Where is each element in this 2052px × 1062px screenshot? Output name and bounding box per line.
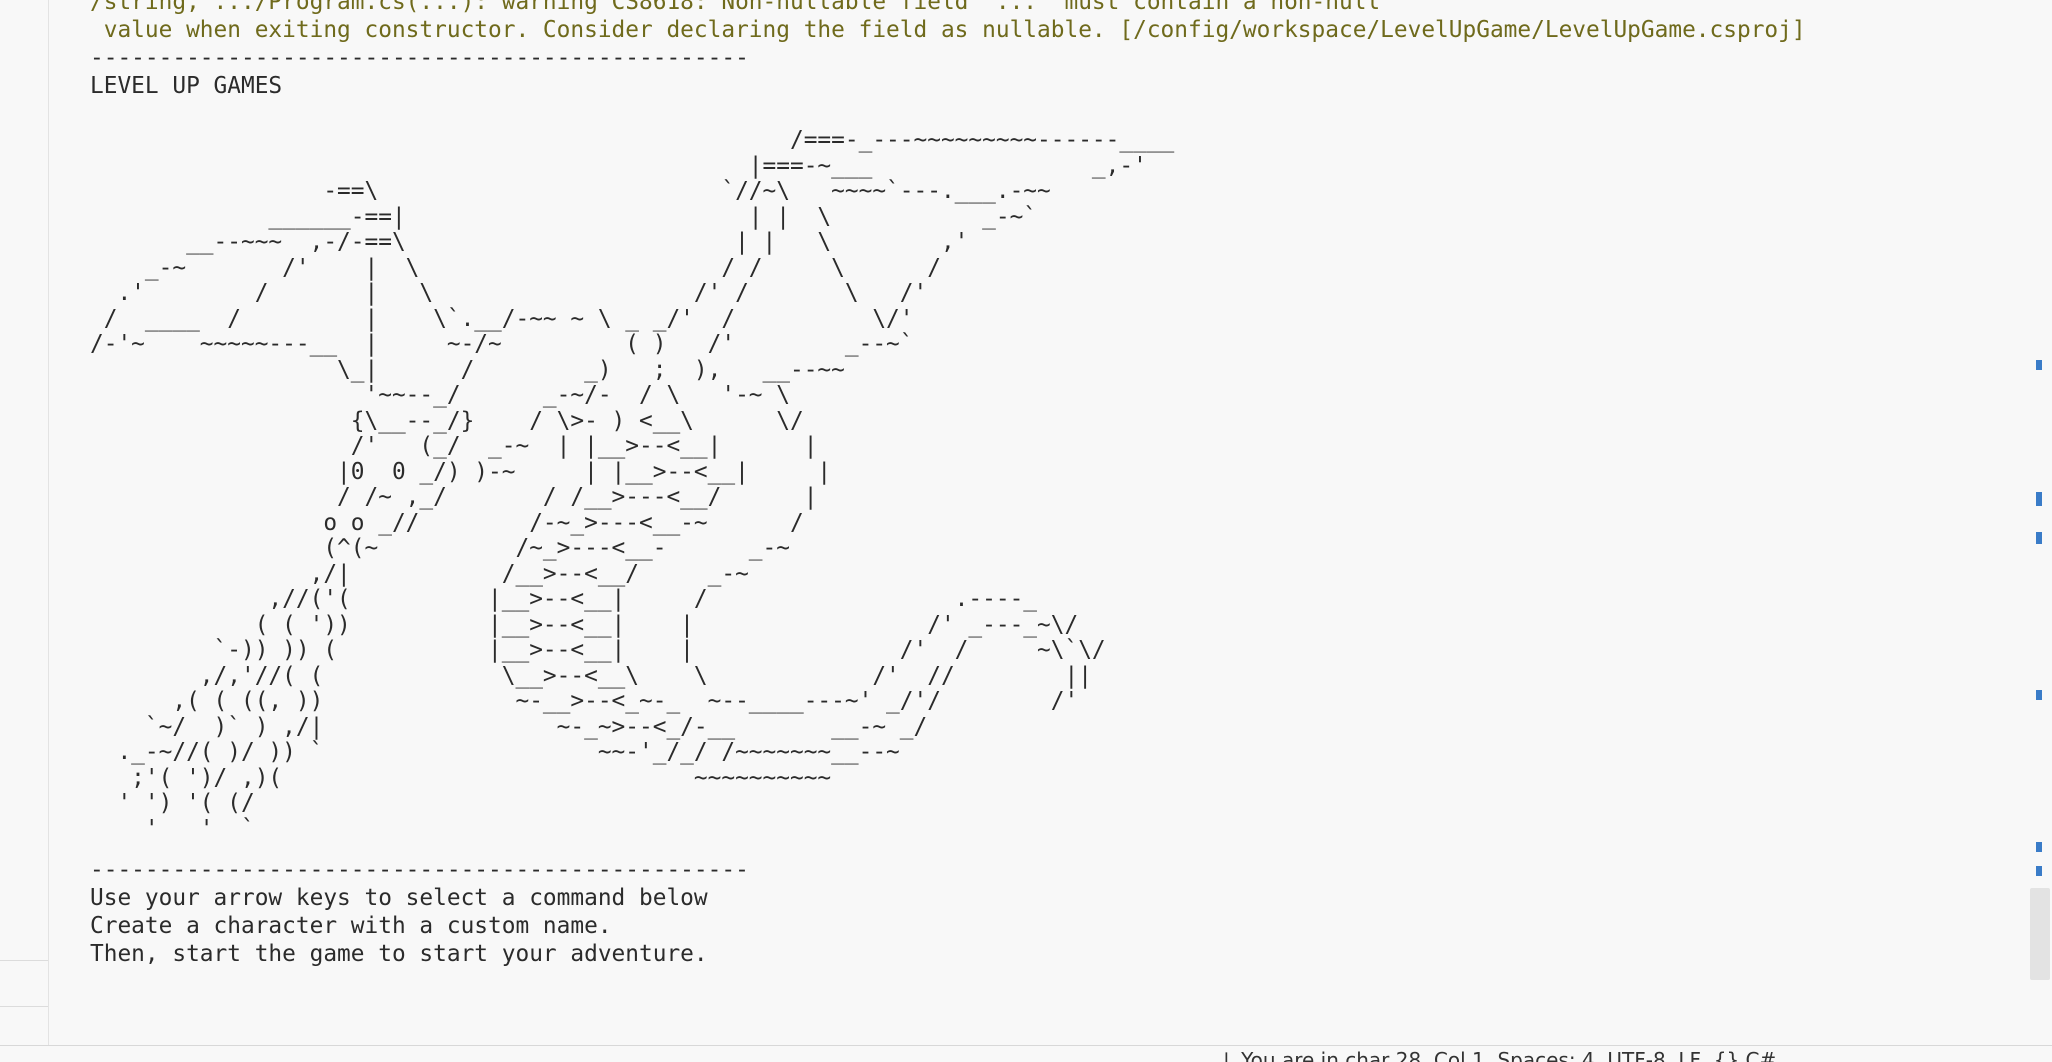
divider-top: ----------------------------------------… bbox=[90, 45, 749, 71]
status-bar: ↓ You are in char 28 Col 1 Spaces: 4 UTF… bbox=[0, 1045, 2052, 1062]
gutter-divider bbox=[0, 1006, 48, 1007]
scrollbar-marker bbox=[2036, 690, 2042, 700]
game-title: LEVEL UP GAMES bbox=[90, 73, 283, 99]
warning-line-partial: /string, .../Program.cs(...): warning CS… bbox=[90, 0, 1381, 15]
scrollbar-marker bbox=[2036, 532, 2042, 544]
instruction-line: Then, start the game to start your adven… bbox=[90, 941, 708, 967]
warning-line: value when exiting constructor. Consider… bbox=[90, 17, 1806, 43]
scrollbar-marker bbox=[2036, 842, 2042, 852]
instruction-line: Create a character with a custom name. bbox=[90, 913, 612, 939]
divider-bottom: ----------------------------------------… bbox=[90, 857, 749, 883]
editor-gutter bbox=[0, 0, 49, 1046]
scrollbar-marker bbox=[2036, 492, 2042, 506]
vertical-scrollbar[interactable] bbox=[2026, 0, 2052, 1046]
scrollbar-marker bbox=[2036, 866, 2042, 876]
scrollbar-thumb[interactable] bbox=[2030, 888, 2050, 980]
gutter-divider bbox=[0, 960, 48, 961]
status-text: ↓ You are in char 28 Col 1 Spaces: 4 UTF… bbox=[1218, 1048, 1777, 1062]
scrollbar-marker bbox=[2036, 360, 2042, 370]
terminal-output[interactable]: /string, .../Program.cs(...): warning CS… bbox=[90, 0, 1990, 1046]
instruction-line: Use your arrow keys to select a command … bbox=[90, 885, 708, 911]
dragon-ascii-art: /===-_---~~~~~~~~~------____ |===-~___ _… bbox=[90, 127, 1175, 842]
